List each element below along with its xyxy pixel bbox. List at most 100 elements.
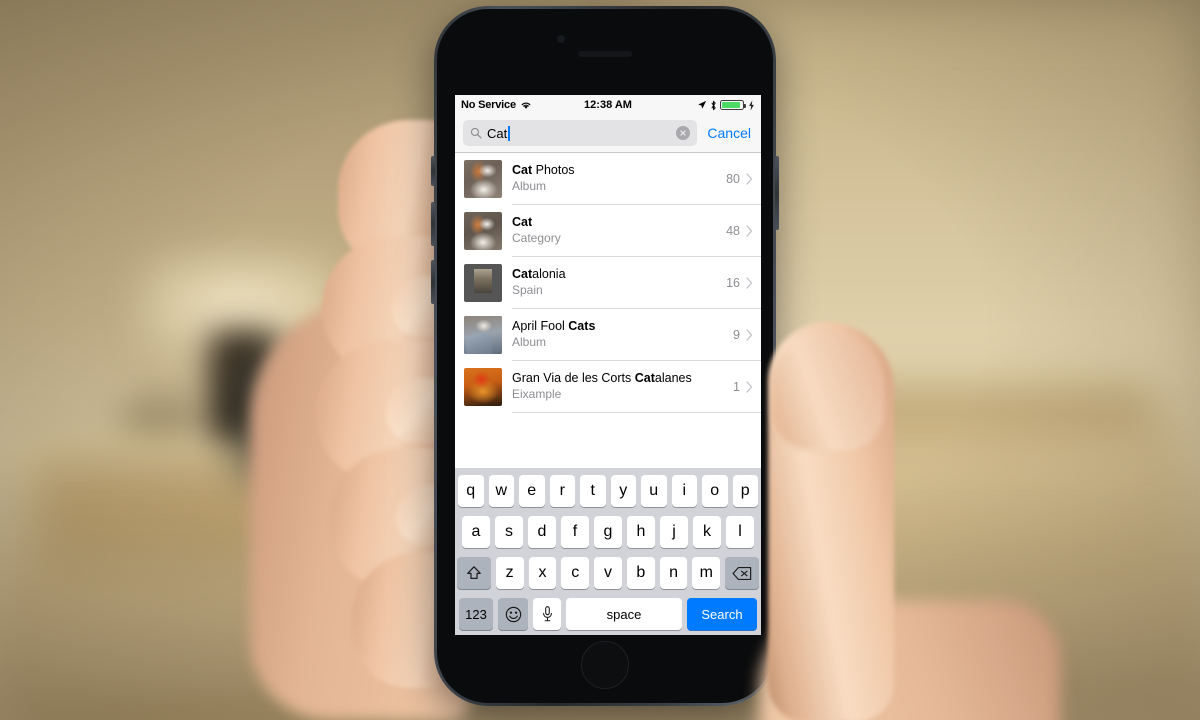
result-subtitle: Spain — [512, 283, 543, 297]
key-w[interactable]: w — [488, 475, 514, 507]
key-l[interactable]: l — [726, 516, 754, 548]
result-title-match: Cat — [512, 163, 533, 177]
result-row-right: 1 — [733, 380, 753, 394]
lightning-bolt-icon — [749, 99, 754, 111]
result-row-texts: April Fool Cats Album — [512, 319, 733, 350]
table-row[interactable]: Catalonia Spain 16 — [455, 257, 761, 309]
result-row-texts: Catalonia Spain — [512, 267, 726, 298]
keyboard-row-1: q w e r t y u i o p — [457, 475, 759, 507]
search-icon — [470, 127, 482, 139]
key-a[interactable]: a — [462, 516, 490, 548]
home-button[interactable] — [581, 641, 629, 689]
cancel-button[interactable]: Cancel — [705, 125, 753, 141]
search-query-value: Cat — [487, 125, 508, 141]
result-row-main: Gran Via de les Corts Catalanes Eixample… — [512, 371, 753, 402]
numbers-key[interactable]: 123 — [459, 598, 493, 630]
key-x[interactable]: x — [528, 557, 557, 589]
result-row-right: 48 — [726, 224, 753, 238]
key-b[interactable]: b — [626, 557, 655, 589]
result-row-body: April Fool Cats Album 9 — [512, 309, 761, 361]
result-subtitle: Category — [512, 231, 561, 245]
table-row[interactable]: Gran Via de les Corts Catalanes Eixample… — [455, 361, 761, 413]
volume-down-button[interactable] — [431, 260, 435, 304]
key-i[interactable]: i — [671, 475, 697, 507]
key-v[interactable]: v — [594, 557, 622, 589]
result-title: Catalonia — [512, 267, 726, 282]
key-e[interactable]: e — [519, 475, 545, 507]
key-d[interactable]: d — [528, 516, 556, 548]
empty-row-body — [512, 413, 761, 441]
chevron-right-icon — [746, 380, 753, 393]
key-o[interactable]: o — [702, 475, 728, 507]
result-title-rest: s — [588, 319, 596, 333]
result-thumbnail — [464, 160, 502, 198]
table-row[interactable]: Cat Photos Album 80 — [455, 153, 761, 205]
result-title-match: Cat — [512, 267, 533, 281]
dictation-key[interactable] — [533, 598, 561, 630]
wifi-icon — [521, 102, 531, 109]
key-q[interactable]: q — [458, 475, 484, 507]
battery-icon — [720, 100, 746, 110]
result-title-match: Cat — [634, 371, 655, 385]
result-row-texts: Cat Category — [512, 215, 726, 246]
chevron-right-icon — [746, 276, 753, 289]
ring-switch[interactable] — [431, 156, 435, 186]
result-thumbnail — [464, 264, 502, 302]
search-input[interactable]: Cat — [463, 120, 698, 146]
emoji-key[interactable] — [498, 598, 528, 630]
result-title-rest: Photos — [532, 163, 575, 177]
key-c[interactable]: c — [561, 557, 590, 589]
key-h[interactable]: h — [627, 516, 655, 548]
smiley-face-icon — [505, 606, 521, 622]
result-title: Cat Photos — [512, 163, 726, 178]
result-title-rest: alanes — [654, 371, 692, 385]
key-m[interactable]: m — [692, 557, 721, 589]
table-row[interactable]: April Fool Cats Album 9 — [455, 309, 761, 361]
key-j[interactable]: j — [660, 516, 688, 548]
key-k[interactable]: k — [693, 516, 721, 548]
search-key[interactable]: Search — [687, 598, 757, 630]
key-r[interactable]: r — [549, 475, 575, 507]
space-key[interactable]: space — [566, 598, 682, 630]
result-row-main: Cat Photos Album 80 — [512, 163, 753, 194]
result-row-main: Catalonia Spain 16 — [512, 267, 753, 298]
key-f[interactable]: f — [561, 516, 589, 548]
key-t[interactable]: t — [580, 475, 606, 507]
status-bar-right — [697, 99, 755, 111]
result-thumbnail — [464, 368, 502, 406]
result-subtitle: Album — [512, 335, 547, 349]
key-n[interactable]: n — [659, 557, 688, 589]
volume-up-button[interactable] — [431, 202, 435, 246]
result-row-right: 80 — [726, 172, 753, 186]
chevron-right-icon — [746, 224, 753, 237]
result-row-main: April Fool Cats Album 9 — [512, 319, 753, 350]
on-screen-keyboard: q w e r t y u i o p a s d f g h j k l z … — [455, 468, 761, 635]
backspace-key[interactable] — [725, 557, 759, 589]
result-row-body: Cat Photos Album 80 — [512, 153, 761, 205]
status-bar: No Service 12:38 AM — [455, 95, 761, 115]
keyboard-row-3: z x c v b n m — [457, 557, 759, 589]
result-row-main: Cat Category 48 — [512, 215, 753, 246]
result-title-prefix: April Fool — [512, 319, 569, 333]
key-g[interactable]: g — [594, 516, 622, 548]
smartphone-device: No Service 12:38 AM Cat Cancel Cat Photo… — [431, 6, 779, 706]
shift-arrow-icon — [467, 566, 481, 579]
result-title: Cat — [512, 215, 726, 230]
key-u[interactable]: u — [641, 475, 667, 507]
clear-search-button[interactable] — [676, 126, 691, 140]
front-camera — [557, 35, 565, 43]
key-p[interactable]: p — [732, 475, 758, 507]
phone-body: No Service 12:38 AM Cat Cancel Cat Photo… — [437, 9, 773, 703]
result-count: 1 — [733, 379, 740, 394]
table-row[interactable]: Cat Category 48 — [455, 205, 761, 257]
search-results-list: Cat Photos Album 80 Cat Category 48 Cata… — [455, 153, 761, 441]
text-cursor — [508, 125, 510, 141]
search-query-text: Cat — [487, 125, 510, 141]
key-z[interactable]: z — [495, 557, 524, 589]
power-button[interactable] — [775, 156, 779, 230]
result-row-right: 16 — [726, 276, 753, 290]
key-s[interactable]: s — [495, 516, 523, 548]
shift-key[interactable] — [457, 557, 491, 589]
chevron-right-icon — [746, 328, 753, 341]
key-y[interactable]: y — [610, 475, 636, 507]
